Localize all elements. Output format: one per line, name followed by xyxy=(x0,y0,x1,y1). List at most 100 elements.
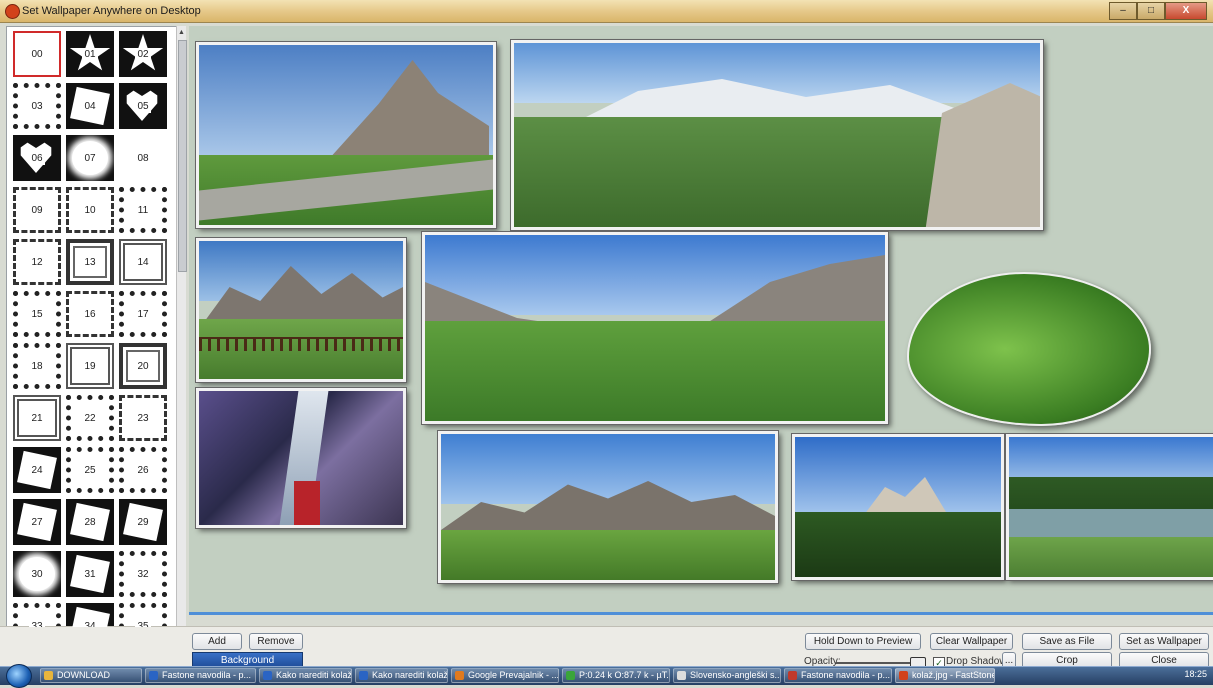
set-as-wallpaper-button[interactable]: Set as Wallpaper xyxy=(1119,633,1209,650)
taskbar-item[interactable]: P:0.24 k O:87.7 k - µT... xyxy=(562,668,670,683)
frame-thumbnail-12[interactable]: 12 xyxy=(13,239,61,285)
frame-thumbnail-34[interactable]: 34 xyxy=(66,603,114,627)
clear-wallpaper-button[interactable]: Clear Wallpaper xyxy=(930,633,1013,650)
frame-thumbnail-06[interactable]: 06 xyxy=(13,135,61,181)
taskbar-app-icon xyxy=(455,671,464,680)
frame-thumbnail-00[interactable]: 00 xyxy=(13,31,61,77)
taskbar-item[interactable]: Google Prevajalnik - ... xyxy=(451,668,559,683)
minimize-button[interactable]: – xyxy=(1109,2,1137,20)
thumbnail-label: 15 xyxy=(29,307,45,321)
thumbnail-label: 27 xyxy=(29,515,45,529)
taskbar-item[interactable]: Kako narediti kolaž f... xyxy=(355,668,448,683)
hold-preview-button[interactable]: Hold Down to Preview xyxy=(805,633,921,650)
thumbnail-label: 23 xyxy=(135,411,151,425)
taskbar-app-icon xyxy=(788,671,797,680)
thumbnail-label: 02 xyxy=(135,47,151,61)
close-window-button[interactable]: X xyxy=(1165,2,1207,20)
save-as-file-button[interactable]: Save as File xyxy=(1022,633,1112,650)
frame-thumbnail-11[interactable]: 11 xyxy=(119,187,167,233)
frame-thumbnail-33[interactable]: 33 xyxy=(13,603,61,627)
thumbnail-label: 08 xyxy=(135,151,151,165)
frame-thumbnail-23[interactable]: 23 xyxy=(119,395,167,441)
frame-thumbnail-21[interactable]: 21 xyxy=(13,395,61,441)
frame-thumbnail-30[interactable]: 30 xyxy=(13,551,61,597)
taskbar-item-label: P:0.24 k O:87.7 k - µT... xyxy=(579,670,670,680)
thumbnail-label: 31 xyxy=(82,567,98,581)
taskbar-item[interactable]: DOWNLOAD xyxy=(40,668,142,683)
system-clock[interactable]: 18:25 xyxy=(1184,669,1207,679)
scroll-up-icon[interactable]: ▲ xyxy=(178,28,185,38)
thumbnail-label: 20 xyxy=(135,359,151,373)
taskbar-item[interactable]: Fastone navodila - p... xyxy=(145,668,256,683)
frame-thumbnail-13[interactable]: 13 xyxy=(66,239,114,285)
frame-thumbnail-28[interactable]: 28 xyxy=(66,499,114,545)
frame-thumbnail-panel: 00 01 02 03 04 05 06 07 08 09 10 11 12 13 14 15 16 17 18 19… xyxy=(6,26,178,628)
frame-thumbnail-07[interactable]: 07 xyxy=(66,135,114,181)
thumbnail-label: 24 xyxy=(29,463,45,477)
taskbar-item-label: Kako narediti kolaž f... xyxy=(372,670,448,680)
thumbnail-label: 07 xyxy=(82,151,98,165)
thumbnail-label: 16 xyxy=(82,307,98,321)
window-title: Set Wallpaper Anywhere on Desktop xyxy=(22,5,201,17)
frame-thumbnail-16[interactable]: 16 xyxy=(66,291,114,337)
photo-tile-glacier-panorama[interactable] xyxy=(510,39,1044,231)
photo-tile-banana-oval[interactable] xyxy=(907,272,1151,426)
frame-thumbnail-03[interactable]: 03 xyxy=(13,83,61,129)
frame-thumbnail-01[interactable]: 01 xyxy=(66,31,114,77)
thumbnail-label: 19 xyxy=(82,359,98,373)
thumbnail-label: 05 xyxy=(135,99,151,113)
frame-thumbnail-25[interactable]: 25 xyxy=(66,447,114,493)
taskbar-item[interactable]: kolaž.jpg - FastStone xyxy=(895,668,995,683)
scrollbar-thumb[interactable] xyxy=(178,40,187,272)
frame-thumbnail-10[interactable]: 10 xyxy=(66,187,114,233)
taskbar-item-label: DOWNLOAD xyxy=(57,670,111,680)
frame-thumbnail-22[interactable]: 22 xyxy=(66,395,114,441)
collage-canvas[interactable] xyxy=(189,26,1213,612)
frame-thumbnail-08[interactable]: 08 xyxy=(119,135,167,181)
thumbnail-label: 11 xyxy=(135,203,151,217)
thumbnail-label: 28 xyxy=(82,515,98,529)
add-button[interactable]: Add xyxy=(192,633,242,650)
thumbnail-scrollbar[interactable]: ▲ ▼ xyxy=(176,26,187,656)
taskbar-item-label: Fastone navodila - p... xyxy=(801,670,891,680)
frame-thumbnail-20[interactable]: 20 xyxy=(119,343,167,389)
frame-thumbnail-29[interactable]: 29 xyxy=(119,499,167,545)
photo-tile-peaks-fence[interactable] xyxy=(195,237,407,383)
frame-thumbnail-19[interactable]: 19 xyxy=(66,343,114,389)
photo-tile-canyon[interactable] xyxy=(195,387,407,529)
photo-tile-lake[interactable] xyxy=(1005,433,1213,581)
photo-tile-mountain-pass[interactable] xyxy=(195,41,497,229)
thumbnail-label: 12 xyxy=(29,255,45,269)
frame-thumbnail-31[interactable]: 31 xyxy=(66,551,114,597)
taskbar-item[interactable]: Slovensko-angleški s... xyxy=(673,668,781,683)
frame-thumbnail-35[interactable]: 35 xyxy=(119,603,167,627)
thumbnail-label: 26 xyxy=(135,463,151,477)
app-icon xyxy=(5,4,20,19)
frame-thumbnail-18[interactable]: 18 xyxy=(13,343,61,389)
thumbnail-label: 18 xyxy=(29,359,45,373)
thumbnail-label: 06 xyxy=(29,151,45,165)
frame-thumbnail-14[interactable]: 14 xyxy=(119,239,167,285)
frame-thumbnail-02[interactable]: 02 xyxy=(119,31,167,77)
thumbnail-label: 25 xyxy=(82,463,98,477)
frame-thumbnail-09[interactable]: 09 xyxy=(13,187,61,233)
frame-thumbnail-24[interactable]: 24 xyxy=(13,447,61,493)
photo-tile-green-valley[interactable] xyxy=(421,231,889,425)
frame-thumbnail-27[interactable]: 27 xyxy=(13,499,61,545)
photo-tile-dolomites[interactable] xyxy=(437,430,779,584)
photo-tile-forest-peaks[interactable] xyxy=(791,433,1005,581)
thumbnail-label: 04 xyxy=(82,99,98,113)
thumbnail-label: 03 xyxy=(29,99,45,113)
frame-thumbnail-05[interactable]: 05 xyxy=(119,83,167,129)
taskbar-item[interactable]: Kako narediti kolaž f... xyxy=(259,668,352,683)
frame-thumbnail-17[interactable]: 17 xyxy=(119,291,167,337)
thumbnail-label: 17 xyxy=(135,307,151,321)
start-button-icon[interactable] xyxy=(6,664,32,688)
taskbar-item[interactable]: Fastone navodila - p... xyxy=(784,668,892,683)
remove-button[interactable]: Remove xyxy=(249,633,303,650)
frame-thumbnail-26[interactable]: 26 xyxy=(119,447,167,493)
frame-thumbnail-32[interactable]: 32 xyxy=(119,551,167,597)
maximize-button[interactable]: □ xyxy=(1137,2,1165,20)
frame-thumbnail-04[interactable]: 04 xyxy=(66,83,114,129)
frame-thumbnail-15[interactable]: 15 xyxy=(13,291,61,337)
